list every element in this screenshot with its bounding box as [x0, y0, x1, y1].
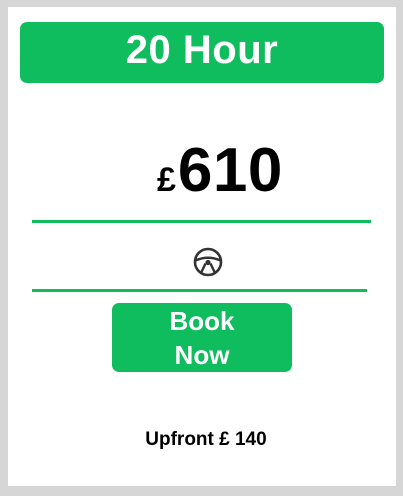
- book-now-label-line2: Now: [174, 339, 230, 370]
- book-now-label-line1: Book: [169, 305, 235, 336]
- price-amount: 610: [177, 136, 283, 205]
- divider-top: [32, 220, 371, 223]
- upfront-payment-text: Upfront £ 140: [145, 429, 267, 450]
- currency-symbol: £: [157, 161, 176, 199]
- divider-bottom: [32, 289, 367, 292]
- steering-wheel-icon: [193, 247, 223, 277]
- plan-title: 20 Hour: [20, 22, 384, 83]
- plan-price: £ 610: [157, 135, 283, 205]
- book-now-button[interactable]: Book Now: [112, 303, 292, 372]
- pricing-card: 20 Hour £ 610 Book Now Upfront £ 140: [8, 7, 396, 486]
